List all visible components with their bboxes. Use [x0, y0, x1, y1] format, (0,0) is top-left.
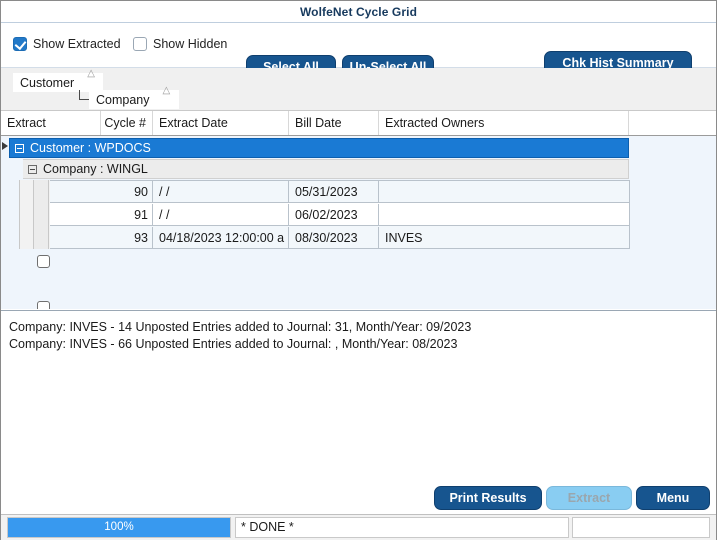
progress-bar: 100%	[7, 517, 231, 538]
column-header-cycle[interactable]: Cycle #	[101, 111, 153, 135]
checkbox-icon-unchecked	[133, 37, 147, 51]
cell-bill-date: 05/31/2023	[289, 181, 379, 203]
cell-bill-date: 06/02/2023	[289, 204, 379, 226]
log-line: Company: INVES - 14 Unposted Entries add…	[9, 320, 472, 334]
cell-cycle: 91	[49, 204, 153, 226]
status-message: * DONE *	[241, 520, 294, 534]
status-extra-panel	[572, 517, 710, 538]
status-message-panel: * DONE *	[235, 517, 569, 538]
cell-extract-date: / /	[153, 181, 289, 203]
print-results-button[interactable]: Print Results	[434, 486, 542, 510]
row-select-checkbox[interactable]	[37, 255, 50, 268]
cell-extracted-owners	[379, 204, 629, 226]
group-row-company-label: Company : WINGL	[43, 162, 148, 176]
grid-indent-column	[33, 180, 49, 249]
menu-button[interactable]: Menu	[636, 486, 710, 510]
cell-cycle: 90	[49, 181, 153, 203]
group-chip-customer-label: Customer	[20, 75, 75, 90]
show-hidden-label: Show Hidden	[153, 37, 228, 51]
show-hidden-checkbox[interactable]: Show Hidden	[133, 37, 227, 51]
show-extracted-label: Show Extracted	[33, 37, 121, 51]
collapse-icon[interactable]	[28, 164, 37, 174]
window-title: WolfeNet Cycle Grid	[299, 4, 418, 19]
collapse-icon[interactable]	[15, 143, 24, 153]
cell-extracted-owners: INVES	[385, 231, 423, 245]
group-by-panel[interactable]: Customer Company	[1, 68, 716, 111]
cell-cycle: 93	[49, 227, 153, 249]
cell-extracted-owners	[379, 181, 629, 203]
show-extracted-checkbox[interactable]: Show Extracted	[13, 37, 121, 51]
group-chip-company-label: Company	[96, 92, 150, 107]
group-row-customer[interactable]: Customer : WPDOCS	[9, 138, 629, 158]
cell-extract-date: / /	[153, 204, 289, 226]
current-row-indicator-icon	[2, 142, 8, 150]
sort-ascending-icon[interactable]	[87, 69, 96, 86]
log-line: Company: INVES - 66 Unposted Entries add…	[9, 337, 458, 351]
grid-header-row: Extract Cycle # Extract Date Bill Date E…	[1, 111, 716, 136]
group-hierarchy-connector	[79, 90, 89, 100]
column-header-extract-date[interactable]: Extract Date	[153, 111, 289, 135]
column-header-extracted-owners[interactable]: Extracted Owners	[379, 111, 629, 135]
cell-extract-date: 04/18/2023 12:00:00 a	[153, 227, 289, 249]
cycle-grid-window: WolfeNet Cycle Grid Show Extracted Show …	[0, 0, 717, 540]
cell-bill-date: 08/30/2023	[289, 227, 379, 249]
status-bar: 100% * DONE *	[1, 514, 716, 540]
extract-button: Extract	[546, 486, 632, 510]
sort-ascending-icon[interactable]	[163, 86, 172, 103]
window-titlebar: WolfeNet Cycle Grid	[1, 1, 716, 23]
group-row-company[interactable]: Company : WINGL	[23, 159, 629, 179]
row-select-checkbox[interactable]	[37, 301, 50, 309]
progress-percent-label: 100%	[104, 521, 134, 533]
cycle-grid[interactable]: Extract Cycle # Extract Date Bill Date E…	[1, 111, 716, 309]
column-header-extract[interactable]: Extract	[1, 111, 101, 135]
column-header-bill-date[interactable]: Bill Date	[289, 111, 379, 135]
toolbar: Show Extracted Show Hidden Select All Un…	[1, 23, 716, 79]
results-log-panel[interactable]: Company: INVES - 14 Unposted Entries add…	[1, 310, 716, 482]
group-row-customer-label: Customer : WPDOCS	[30, 141, 151, 155]
checkbox-icon-checked	[13, 37, 27, 51]
group-chip-company[interactable]: Company	[89, 86, 179, 109]
